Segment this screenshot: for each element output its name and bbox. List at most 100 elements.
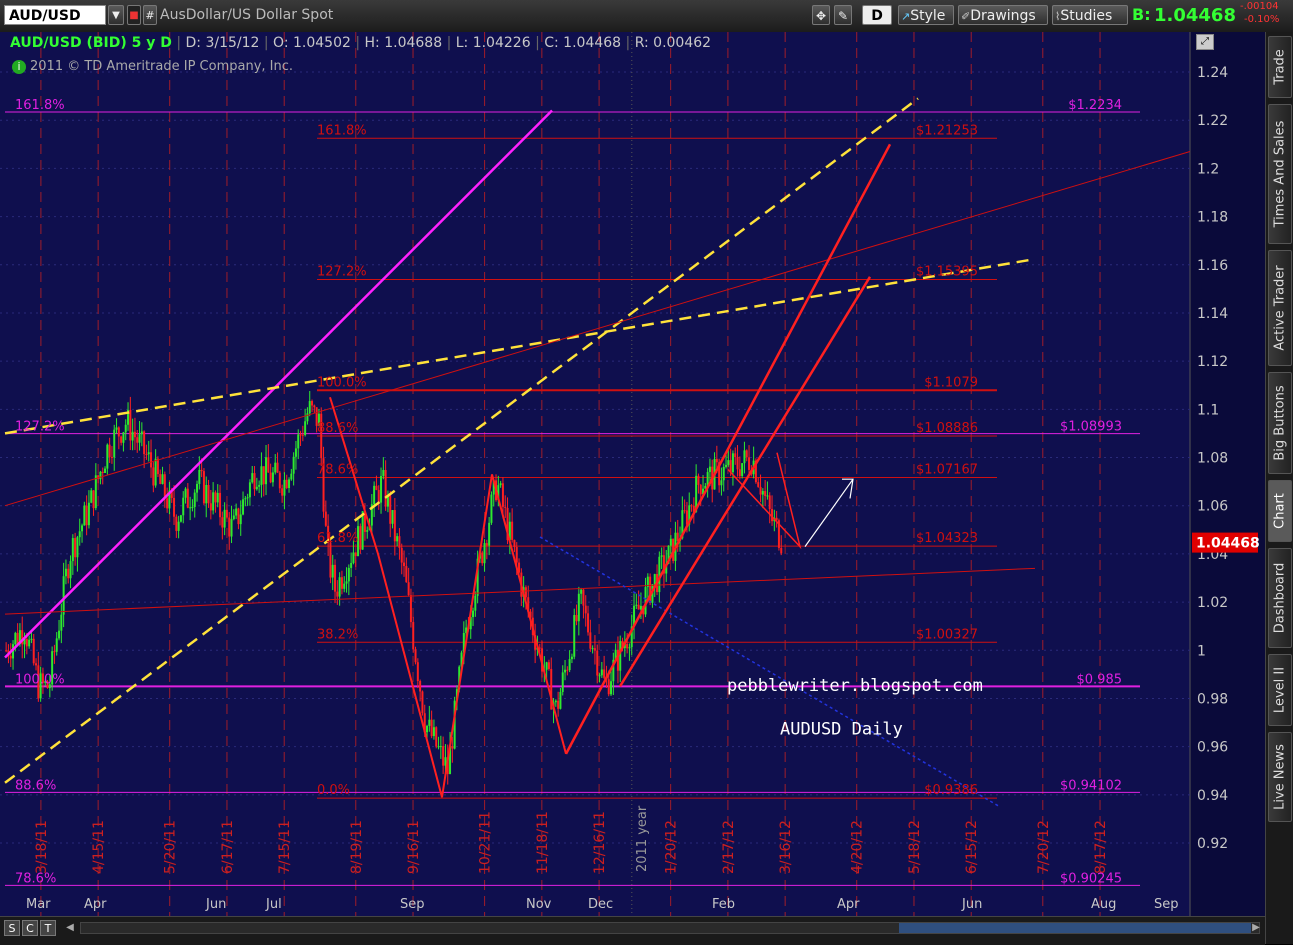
- candle-body: [262, 466, 265, 485]
- candle-body: [285, 479, 288, 489]
- candle-body: [182, 497, 185, 516]
- candle-body: [209, 503, 212, 511]
- candle-body: [485, 543, 488, 546]
- date-label: 3/16/12: [778, 820, 794, 874]
- candle-body: [299, 434, 302, 436]
- y-tick-label: 1.08: [1197, 451, 1228, 467]
- candle-body: [196, 483, 199, 493]
- chart-settings-icon[interactable]: ⤢: [1196, 34, 1214, 50]
- candle-body: [626, 643, 629, 649]
- candle-body: [442, 746, 445, 766]
- tab-active-trader[interactable]: Active Trader: [1268, 250, 1292, 366]
- toolbar: AUD/USD ▼ ■ # AusDollar/US Dollar Spot ✥…: [0, 0, 1293, 33]
- candle-body: [557, 700, 560, 709]
- candle-body: [193, 492, 196, 507]
- candle-body: [265, 457, 268, 485]
- date-label: 5/18/12: [907, 820, 923, 874]
- candle-body: [28, 639, 31, 647]
- candle-body: [483, 543, 486, 564]
- horizontal-scrollbar-track[interactable]: [80, 922, 1260, 934]
- hash-icon[interactable]: #: [143, 5, 157, 25]
- y-tick-label: 1.18: [1197, 210, 1228, 226]
- scrollbar-thumb[interactable]: [899, 923, 1251, 933]
- candle-body: [294, 448, 297, 457]
- date-label: 8/17/12: [1093, 820, 1109, 874]
- candle-body: [246, 497, 249, 499]
- candle-body: [219, 492, 222, 518]
- candle-body: [5, 650, 8, 652]
- symbol-input[interactable]: AUD/USD: [4, 5, 106, 25]
- symbol-dropdown-button[interactable]: ▼: [108, 5, 124, 25]
- candle-body: [189, 507, 192, 509]
- candle-body: [304, 421, 307, 435]
- drawings-label: Drawings: [970, 8, 1036, 24]
- candle-body: [334, 564, 337, 592]
- candle-body: [239, 514, 242, 525]
- button-c[interactable]: C: [22, 920, 38, 936]
- candle-body: [699, 484, 702, 495]
- style-icon: ↗: [901, 10, 911, 23]
- candle-body: [426, 725, 429, 733]
- style-label: Style: [910, 8, 946, 24]
- candle-body: [398, 536, 401, 548]
- candle-body: [593, 648, 596, 651]
- studies-button[interactable]: ⌇Studies: [1052, 5, 1128, 25]
- candle-body: [619, 641, 622, 671]
- candle-body: [35, 663, 38, 666]
- x-month-label: Jun: [961, 897, 982, 912]
- candle-body: [366, 530, 369, 532]
- date-label: 7/20/12: [1036, 820, 1052, 874]
- candle-body: [336, 591, 339, 597]
- tab-trade[interactable]: Trade: [1268, 36, 1292, 98]
- y-tick-label: 1.12: [1197, 354, 1228, 370]
- candle-body: [421, 691, 424, 714]
- price-chart[interactable]: 1.24 1.22 1.2 1.18 1.16 1.14 1.12 1.1 1.08 1.06 1.…: [0, 32, 1265, 916]
- button-s[interactable]: S: [4, 920, 20, 936]
- tab-chart[interactable]: Chart: [1268, 480, 1292, 542]
- scroll-left-arrow[interactable]: ◀: [62, 920, 78, 936]
- candle-body: [419, 681, 422, 692]
- candle-body: [278, 472, 281, 489]
- tab-big-buttons[interactable]: Big Buttons: [1268, 372, 1292, 474]
- y-tick-label: 1: [1197, 643, 1206, 659]
- tab-live-news[interactable]: Live News: [1268, 732, 1292, 822]
- fib-right-label: 61.8%: [317, 531, 358, 546]
- candle-body: [152, 467, 155, 486]
- candle-body: [64, 568, 67, 577]
- candle-body: [179, 515, 182, 522]
- date-label: 10/21/11: [478, 811, 494, 874]
- link-icon[interactable]: ■: [127, 5, 141, 25]
- blog-annotation: pebblewriter.blogspot.com: [727, 676, 983, 696]
- style-button[interactable]: ↗Style: [898, 5, 954, 25]
- y-tick-label: 1.06: [1197, 499, 1228, 515]
- current-price-label: 1.04468: [1196, 536, 1260, 552]
- candle-body: [329, 542, 332, 578]
- candle-body: [561, 672, 564, 692]
- tab-dashboard[interactable]: Dashboard: [1268, 548, 1292, 648]
- candle-body: [331, 564, 334, 578]
- fib-right-label: 0.0%: [317, 783, 350, 798]
- button-t[interactable]: T: [40, 920, 56, 936]
- candle-body: [147, 452, 150, 455]
- candle-body: [85, 505, 88, 526]
- draw-icon[interactable]: ✎: [834, 5, 852, 25]
- date-label: 9/16/11: [406, 820, 422, 874]
- tab-times-and-sales[interactable]: Times And Sales: [1268, 104, 1292, 244]
- candle-body: [384, 470, 387, 507]
- candle-body: [584, 605, 587, 614]
- drawings-button[interactable]: ✐Drawings: [958, 5, 1048, 25]
- candle-body: [582, 589, 585, 606]
- crosshair-icon[interactable]: ✥: [812, 5, 830, 25]
- scroll-right-arrow[interactable]: ▶: [1250, 920, 1262, 936]
- y-tick-label: 1.02: [1197, 595, 1228, 611]
- candle-body: [513, 539, 516, 547]
- y-tick-label: 1.16: [1197, 258, 1228, 274]
- candle-body: [258, 484, 261, 487]
- tab-level-ii[interactable]: Level II: [1268, 654, 1292, 726]
- fib-right-label: 78.6%: [317, 462, 358, 477]
- info-icon[interactable]: i: [12, 60, 26, 74]
- fib-right-price: $1.04323: [916, 531, 978, 546]
- date-label: 7/15/11: [277, 820, 293, 874]
- candle-body: [757, 482, 760, 487]
- period-button[interactable]: D: [862, 5, 892, 25]
